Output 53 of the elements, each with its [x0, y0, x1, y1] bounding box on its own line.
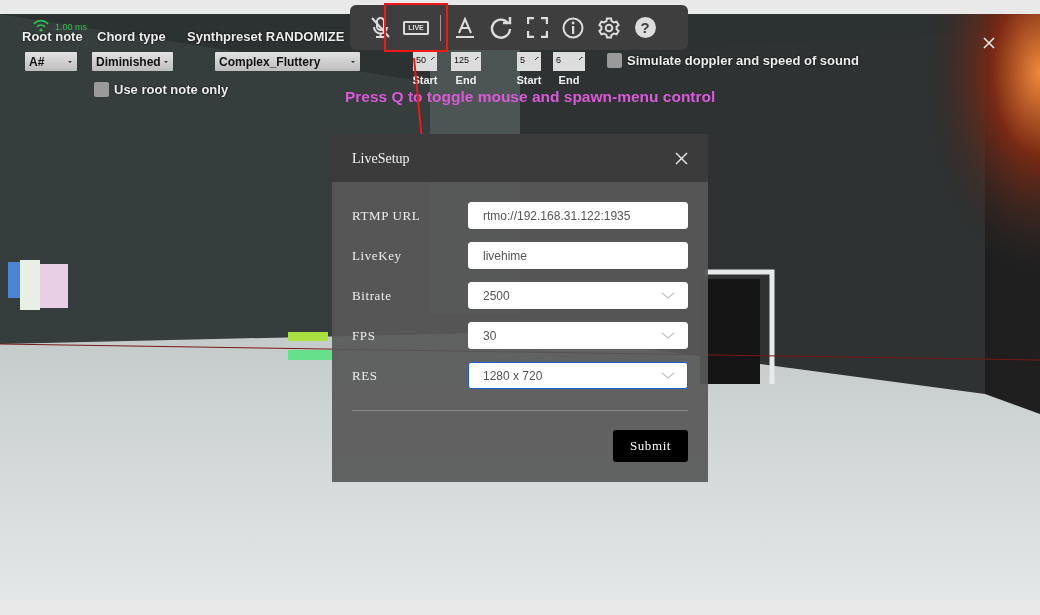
resize-icon — [475, 57, 479, 61]
field-label: Root note — [22, 29, 83, 46]
input-field[interactable]: rtmo://192.168.31.122:1935 — [468, 202, 688, 229]
submit-button[interactable]: Submit — [613, 430, 688, 462]
text-color-icon — [455, 17, 475, 38]
close-icon — [983, 37, 995, 49]
close-button[interactable] — [983, 37, 995, 49]
resize-icon — [579, 57, 583, 61]
dropdown[interactable]: A# — [25, 52, 77, 71]
caption: End — [557, 73, 581, 88]
dialog-title: LiveSetup — [352, 149, 410, 168]
field-label: Bitrate — [352, 286, 393, 305]
wifi-icon — [33, 19, 49, 32]
checkbox-label: Use root note only — [114, 81, 229, 99]
number-field[interactable]: 125 — [451, 52, 481, 71]
field-label: Chord type — [97, 28, 166, 46]
number-field[interactable]: 50 — [413, 52, 437, 71]
input-field[interactable]: livehime — [468, 242, 688, 269]
chevron-down-icon — [661, 332, 675, 339]
caret-icon — [351, 60, 355, 63]
highlight-frame — [384, 3, 448, 52]
dropdown[interactable]: Diminished — [92, 52, 173, 71]
field-label: FPS — [352, 326, 377, 345]
resize-icon — [431, 57, 435, 61]
microphone-off-icon — [368, 16, 392, 39]
field-label: Synthpreset RANDOMIZE — [187, 28, 345, 46]
fullscreen-icon — [526, 17, 548, 38]
dropdown[interactable]: 2500 — [468, 282, 688, 309]
settings-icon — [598, 16, 620, 39]
refresh-icon — [490, 16, 512, 39]
resize-icon — [535, 57, 539, 61]
info-icon — [562, 16, 584, 39]
field-label: RES — [352, 366, 379, 385]
checkbox[interactable] — [607, 53, 622, 68]
dropdown[interactable]: 30 — [468, 322, 688, 349]
close-button[interactable] — [675, 151, 688, 165]
close-icon — [675, 151, 688, 165]
dropdown[interactable]: 1280 x 720 — [468, 362, 688, 389]
caret-icon — [164, 60, 168, 63]
help-button[interactable]: ? — [627, 9, 663, 46]
dropdown[interactable]: Complex_Fluttery — [215, 52, 360, 71]
field-label: RTMP URL — [352, 206, 422, 225]
chevron-down-icon — [661, 292, 675, 299]
number-field[interactable]: 6 — [553, 52, 585, 71]
number-field[interactable]: 5 — [517, 52, 541, 71]
field-label: LiveKey — [352, 246, 403, 265]
latency-text: 1.00 ms — [55, 21, 87, 32]
checkbox-label: Simulate doppler and speed of sound — [627, 52, 859, 70]
caret-icon — [68, 60, 72, 63]
checkbox[interactable] — [94, 82, 109, 97]
caption: End — [454, 73, 478, 88]
caption: Start — [515, 73, 543, 88]
chevron-down-icon — [661, 372, 675, 379]
